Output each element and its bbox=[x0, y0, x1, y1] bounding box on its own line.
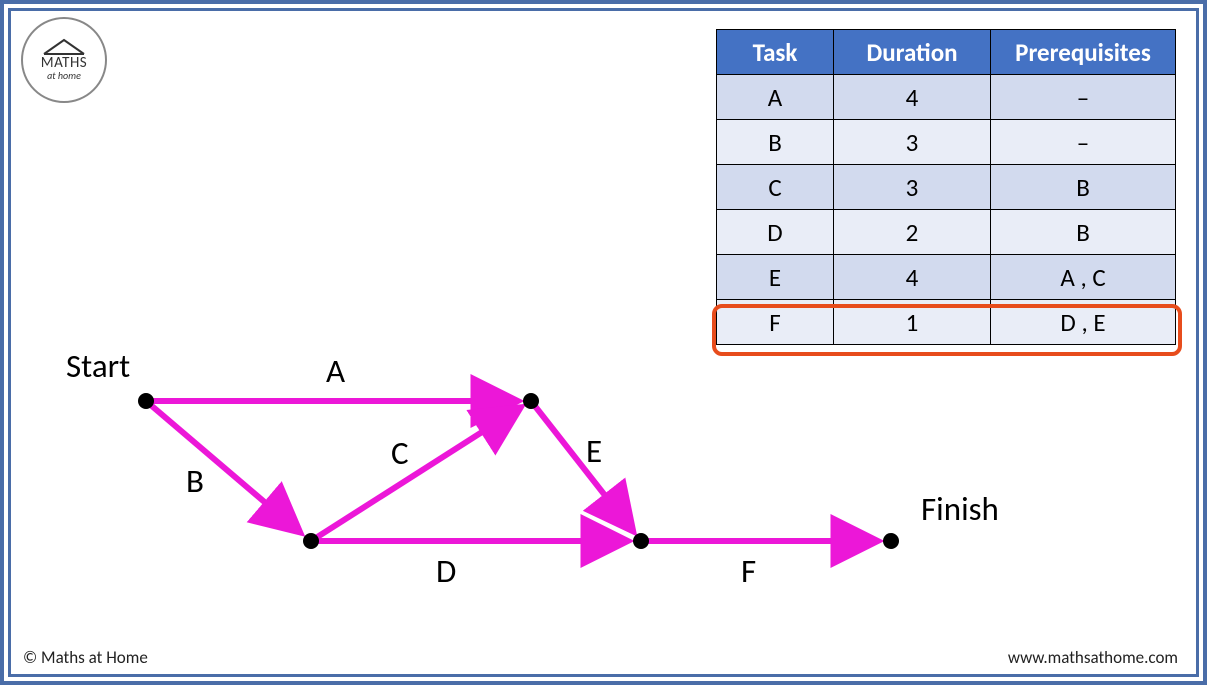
edge-label-F: F bbox=[741, 551, 756, 591]
edge-B bbox=[146, 401, 295, 528]
node-n2 bbox=[303, 533, 319, 549]
edge-C bbox=[311, 411, 515, 541]
edge-label-D: D bbox=[436, 551, 456, 591]
edge-label-A: A bbox=[326, 351, 345, 391]
node-n1 bbox=[523, 393, 539, 409]
footer-right: www.mathsathome.com bbox=[1008, 647, 1178, 668]
network-diagram bbox=[11, 11, 1196, 674]
edge-E bbox=[531, 401, 629, 526]
footer-left: © Maths at Home bbox=[23, 647, 148, 668]
edge-label-B: B bbox=[186, 461, 204, 501]
node-finish bbox=[883, 533, 899, 549]
finish-label: Finish bbox=[921, 489, 999, 529]
edge-label-C: C bbox=[391, 433, 409, 473]
edge-label-E: E bbox=[586, 431, 602, 471]
node-start bbox=[138, 393, 154, 409]
start-label: Start bbox=[66, 346, 130, 386]
node-n3 bbox=[633, 533, 649, 549]
